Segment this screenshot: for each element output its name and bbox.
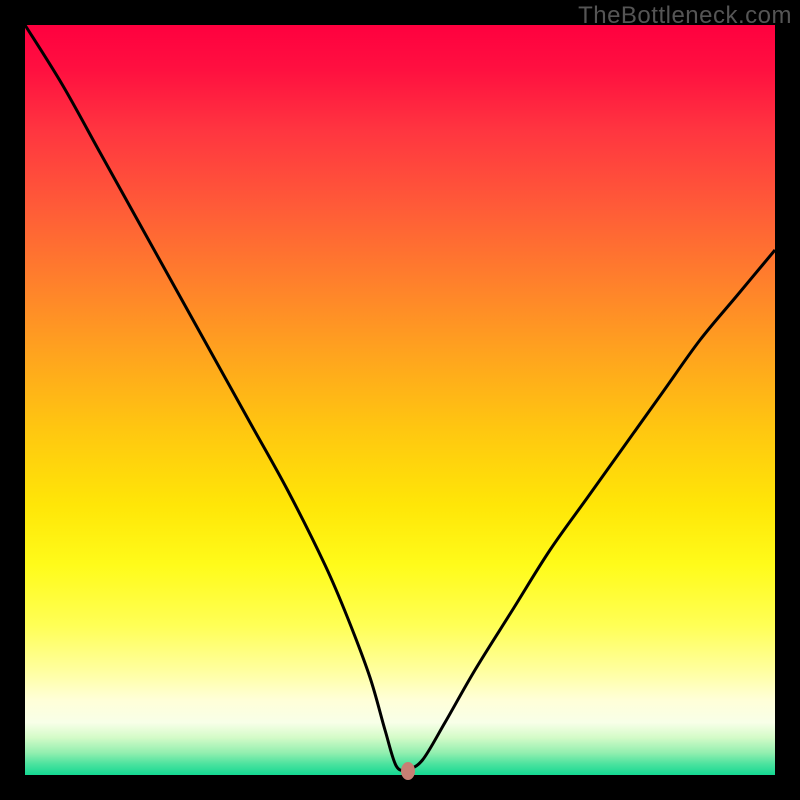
watermark-text: TheBottleneck.com [578,2,792,30]
plot-area [25,25,775,775]
curve-svg [25,25,775,775]
bottleneck-curve [25,25,775,770]
minimum-marker [401,762,415,780]
